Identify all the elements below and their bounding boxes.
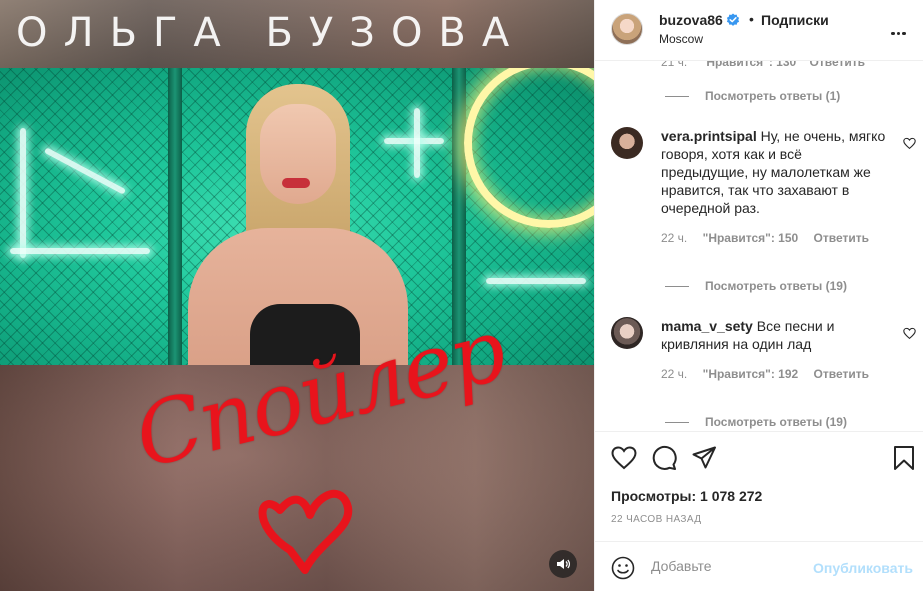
share-icon[interactable]	[691, 445, 717, 471]
commenter-username[interactable]: vera.printsipal	[661, 128, 757, 144]
following-button[interactable]: Подписки	[761, 12, 829, 28]
view-replies-button[interactable]: Посмотреть ответы (19)	[665, 415, 847, 429]
comment-likes[interactable]: "Нравится": 130	[701, 61, 797, 69]
comment-like-heart-icon[interactable]	[903, 137, 916, 150]
comment-body: mama_v_sety Все песни и кривляния на оди…	[661, 317, 891, 353]
view-count[interactable]: Просмотры: 1 078 272	[611, 488, 762, 504]
sound-toggle-button[interactable]	[549, 550, 577, 578]
media-scene	[0, 68, 594, 365]
performer-lips	[282, 178, 310, 188]
commenter-avatar[interactable]	[611, 317, 643, 349]
comment-like-heart-icon[interactable]	[903, 327, 916, 340]
red-heart-scribble-icon	[258, 489, 353, 574]
publish-comment-button[interactable]: Опубликовать	[813, 560, 913, 576]
neon-sign-stroke	[486, 278, 586, 284]
performer-figure	[168, 78, 428, 365]
comment-reply-button[interactable]: Ответить	[814, 367, 869, 381]
post-media[interactable]: ОЛЬГА БУЗОВА Спойлер	[0, 0, 594, 591]
replies-divider	[665, 96, 689, 98]
replies-divider	[665, 286, 689, 288]
comment-input[interactable]	[651, 558, 801, 574]
neon-sign-stroke	[10, 248, 150, 254]
view-replies-button[interactable]: Посмотреть ответы (1)	[665, 89, 840, 103]
performer-face	[260, 104, 336, 204]
comment-reply-button[interactable]: Ответить	[810, 61, 865, 69]
view-replies-label: Посмотреть ответы (19)	[705, 415, 847, 429]
comment-likes[interactable]: "Нравится": 150	[703, 231, 799, 245]
like-heart-icon[interactable]	[611, 445, 637, 471]
verified-icon	[726, 13, 740, 26]
artist-title-overlay: ОЛЬГА БУЗОВА	[16, 10, 526, 56]
comment-likes[interactable]: "Нравится": 192	[703, 367, 799, 381]
author-avatar[interactable]	[611, 13, 643, 45]
view-replies-button[interactable]: Посмотреть ответы (19)	[665, 279, 847, 293]
comment-meta: 22 ч. "Нравится": 150 Ответить	[661, 231, 881, 245]
commenter-username[interactable]: mama_v_sety	[661, 318, 753, 334]
comment-time: 22 ч.	[661, 367, 688, 381]
comment-body: vera.printsipal Ну, не очень, мягко гово…	[661, 127, 891, 217]
sound-icon	[557, 559, 570, 569]
post-location-link[interactable]: Moscow	[659, 32, 703, 46]
neon-sign-stroke	[20, 128, 26, 258]
bookmark-icon[interactable]	[891, 445, 917, 471]
add-comment-bar: Опубликовать	[595, 541, 923, 591]
post-sidebar: buzova86 • Подписки Moscow 21 ч. "Нравит…	[594, 0, 923, 591]
emoji-icon[interactable]	[611, 556, 635, 580]
view-replies-label: Посмотреть ответы (1)	[705, 89, 841, 103]
comment-time: 22 ч.	[661, 231, 688, 245]
commenter-avatar[interactable]	[611, 127, 643, 159]
comment-meta: 22 ч. "Нравится": 192 Ответить	[661, 367, 881, 381]
post-header: buzova86 • Подписки Moscow	[595, 0, 923, 61]
replies-divider	[665, 422, 689, 424]
comment-time: 21 ч.	[661, 61, 688, 69]
post-timestamp[interactable]: 22 ЧАСОВ НАЗАД	[611, 514, 701, 525]
comments-list[interactable]: 21 ч. "Нравится": 130 Ответить Посмотрет…	[595, 61, 923, 431]
comment-icon[interactable]	[651, 445, 677, 471]
post-actions: Просмотры: 1 078 272 22 ЧАСОВ НАЗАД	[595, 431, 923, 541]
header-separator: •	[749, 11, 754, 27]
author-username[interactable]: buzova86	[659, 12, 723, 28]
comment-reply-button[interactable]: Ответить	[814, 231, 869, 245]
view-replies-label: Посмотреть ответы (19)	[705, 279, 847, 293]
comment-meta-clipped: 21 ч. "Нравится": 130 Ответить	[661, 61, 865, 69]
more-options-icon[interactable]	[891, 22, 909, 35]
